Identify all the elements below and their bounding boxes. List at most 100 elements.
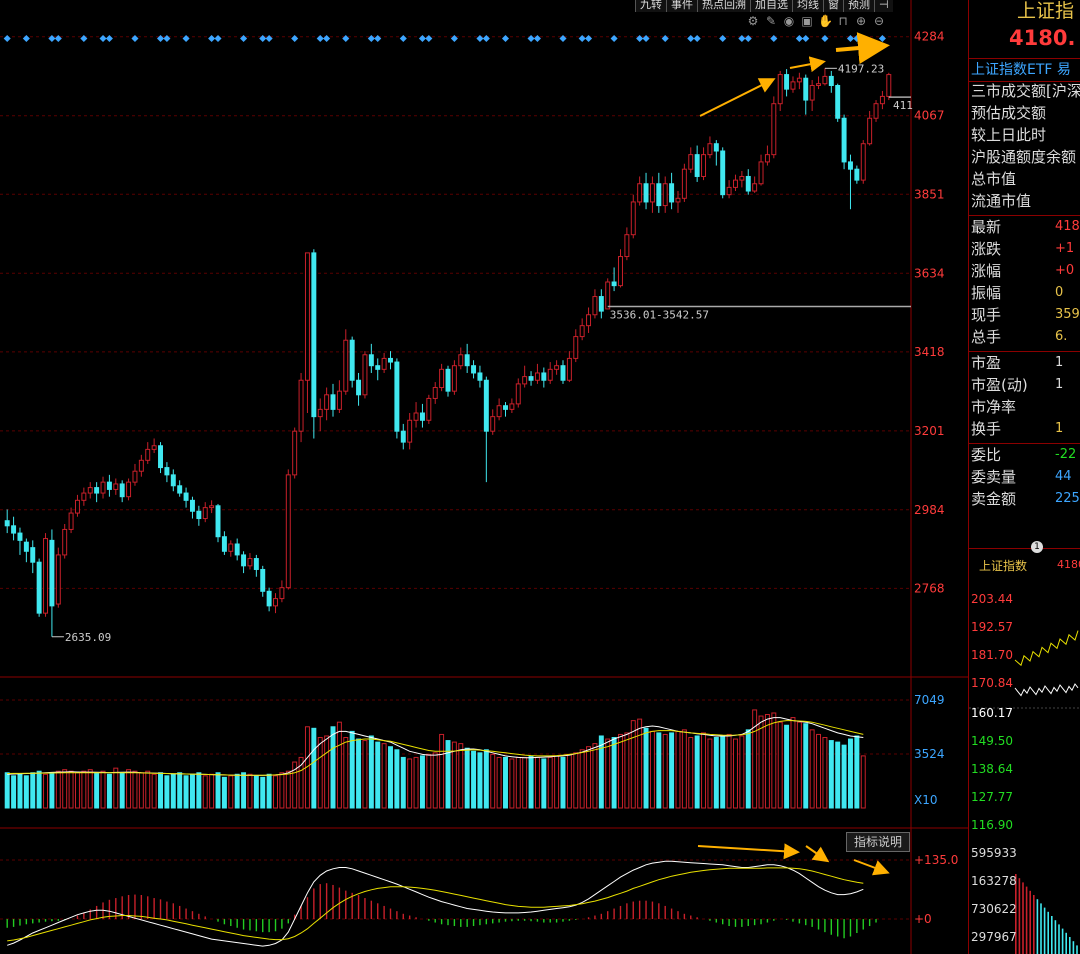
candlestick-series: [4, 68, 892, 637]
candle-body: [228, 543, 234, 552]
volume-bar: [394, 749, 400, 809]
trash-icon[interactable]: ▣: [800, 14, 814, 28]
toolbar-item-5[interactable]: 窗: [823, 0, 843, 12]
quote-rows: 三市成交额[沪深 预估成交额 较上日此时 沪股通额度余额 总市值 流通市值 最新 418 涨跌 +…: [969, 80, 1080, 510]
mini-line-index: [1014, 630, 1079, 667]
volume-bar: [618, 733, 623, 809]
quote-value: +1: [1055, 241, 1075, 256]
hand-icon[interactable]: ✋: [818, 14, 833, 28]
toolbar-item-1[interactable]: 事件: [666, 0, 697, 12]
candle-body: [164, 467, 170, 476]
volume-bar: [202, 775, 208, 809]
candle-body: [292, 430, 298, 476]
volume-bar: [49, 772, 55, 809]
toolbar-item-6[interactable]: 预测: [843, 0, 874, 12]
volume-bar: [726, 733, 732, 809]
candle-body: [886, 74, 892, 97]
gear-icon[interactable]: ⚙: [746, 14, 760, 28]
price-axis-label: 4067: [914, 109, 945, 123]
candle-body: [841, 117, 847, 163]
volume-bar: [822, 737, 828, 809]
candle-body: [573, 336, 579, 359]
volume-bar: [458, 743, 464, 809]
lock-icon[interactable]: ⊓: [836, 14, 850, 28]
indicator-help-button[interactable]: 指标说明: [846, 832, 910, 852]
toolbar-item-2[interactable]: 热点回溯: [697, 0, 750, 12]
mini-volume-bar: [1040, 903, 1042, 954]
candle-body: [266, 590, 272, 607]
mini-chart-label[interactable]: 上证指数: [979, 557, 1027, 574]
chart-area[interactable]: 4284 4067 3851 3634 3418 3201 2984 2768 7049 3524…: [0, 0, 968, 954]
candle-body: [432, 387, 438, 399]
candle-body: [451, 365, 457, 392]
event-marker-icon: [795, 34, 803, 43]
mini-volume-bar: [1029, 890, 1031, 954]
candle-body: [522, 376, 528, 385]
quote-label: 振幅: [971, 284, 1002, 302]
mini-volume-bar: [1018, 878, 1021, 954]
mini-volume-bar: [1072, 941, 1075, 954]
event-marker-icon: [425, 34, 433, 43]
volume-bar: [643, 727, 649, 809]
quote-value: 0: [1055, 285, 1064, 300]
mini-volume-bar: [1043, 907, 1046, 954]
event-marker-icon: [131, 34, 139, 43]
pencil-icon[interactable]: ✎: [764, 14, 778, 28]
candle-body: [592, 296, 598, 316]
extreme-label: 4197.23: [838, 62, 884, 75]
volume-bar: [624, 732, 630, 809]
candle-body: [55, 554, 61, 605]
info-badge[interactable]: 1: [1031, 541, 1043, 553]
volume-bar: [515, 756, 521, 809]
event-marker-icon: [259, 34, 267, 43]
volume-bar: [247, 773, 253, 809]
mini-axis-label: 192.57: [971, 620, 1013, 634]
trend-arrow: [699, 78, 776, 117]
candle-body: [81, 492, 87, 501]
volume-bar: [592, 743, 598, 809]
volume-bar: [100, 770, 106, 809]
event-marker-icon: [450, 34, 458, 43]
candle-body: [496, 405, 502, 418]
event-marker-icon: [54, 34, 62, 43]
candle-body: [707, 143, 713, 156]
event-marker-icon: [821, 34, 829, 43]
trend-arrow: [805, 845, 830, 863]
toolbar-item-4[interactable]: 均线: [792, 0, 823, 12]
candle-body: [720, 150, 726, 196]
mini-volume-bar: [1076, 945, 1078, 954]
toolbar-item-7[interactable]: ⊣: [874, 0, 893, 12]
event-marker-icon: [240, 34, 248, 43]
mini-axis-label: 203.44: [971, 592, 1013, 606]
event-marker-icon: [208, 34, 216, 43]
candle-body: [247, 558, 253, 567]
market-row: 沪股通额度余额: [969, 146, 1080, 168]
candle-body: [662, 183, 668, 207]
candle-body: [30, 547, 36, 563]
zoom-out-icon[interactable]: ⊖: [872, 14, 886, 28]
candle-body: [36, 561, 42, 614]
volume-bar: [209, 773, 215, 809]
candle-body: [106, 481, 112, 490]
candle-body: [598, 296, 604, 312]
candle-body: [579, 325, 585, 338]
candle-body: [273, 598, 278, 607]
quote-row: 最新 418: [969, 216, 1080, 238]
zoom-in-icon[interactable]: ⊕: [854, 14, 868, 28]
toolbar-item-3[interactable]: 加自选: [750, 0, 792, 12]
quote-value: 418: [1055, 219, 1080, 234]
candle-body: [681, 168, 687, 199]
candle-body: [534, 372, 540, 381]
candle-body: [349, 339, 355, 381]
candle-body: [777, 74, 783, 105]
quote-label: 现手: [971, 306, 1002, 324]
volume-bar: [432, 752, 438, 809]
candle-body: [356, 379, 362, 396]
volume-bar: [554, 755, 560, 809]
event-marker-icon: [533, 34, 541, 43]
candle-body: [828, 75, 834, 87]
eye-icon[interactable]: ◉: [782, 14, 796, 28]
toolbar-item-0[interactable]: 九转: [635, 0, 666, 12]
volume-bar: [17, 773, 23, 809]
etf-link[interactable]: 上证指数ETF 易: [969, 58, 1080, 82]
